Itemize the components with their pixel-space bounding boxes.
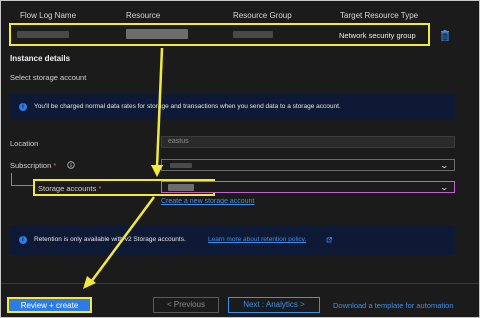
arrowhead-icon xyxy=(151,165,163,177)
arrow-to-review-create xyxy=(89,196,156,283)
arrow-to-storage-accounts xyxy=(155,47,164,168)
annotation-arrows xyxy=(83,47,164,289)
portal-frame: Flow Log Name Resource Resource Group Ta… xyxy=(0,0,480,318)
